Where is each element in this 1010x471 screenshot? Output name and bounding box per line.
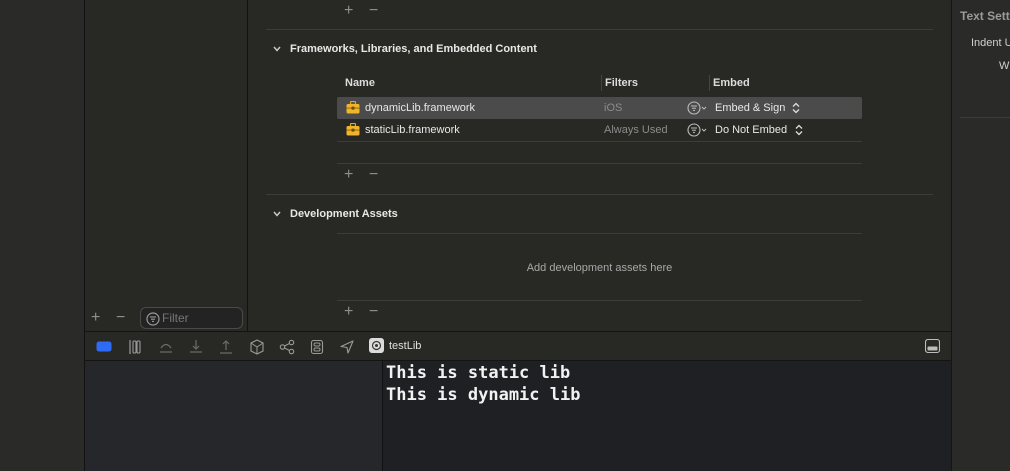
table-divider xyxy=(337,300,862,301)
platform-filter-popup-icon[interactable] xyxy=(687,100,707,116)
environment-overrides-icon[interactable] xyxy=(309,339,325,355)
column-separator xyxy=(709,75,710,91)
process-selector[interactable]: testLib xyxy=(369,338,421,353)
console-line: This is static lib xyxy=(386,363,571,383)
navigator-filter-field[interactable] xyxy=(140,307,243,329)
app-icon xyxy=(369,338,384,353)
table-divider xyxy=(337,233,862,234)
frameworks-table-header: Name Filters Embed xyxy=(337,72,862,94)
section-divider xyxy=(266,194,933,195)
toolbox-icon xyxy=(346,101,360,114)
framework-row-staticLib[interactable]: staticLib.framework Always Used Do Not E… xyxy=(337,119,862,141)
dev-assets-remove-button[interactable]: − xyxy=(369,304,378,320)
widths-label: Wi xyxy=(999,60,1010,72)
debug-console[interactable]: This is static lib This is dynamic lib xyxy=(383,361,951,471)
frameworks-add-button[interactable]: + xyxy=(344,167,353,183)
chevron-up-down-icon[interactable] xyxy=(792,102,800,114)
process-name: testLib xyxy=(389,339,422,352)
indent-using-label: Indent U xyxy=(971,37,1010,49)
table-divider xyxy=(337,141,862,142)
console-layout-icon[interactable] xyxy=(925,339,940,353)
simulate-location-icon[interactable] xyxy=(339,339,355,355)
frameworks-section-header[interactable]: Frameworks, Libraries, and Embedded Cont… xyxy=(272,43,537,55)
prev-section-add-button[interactable]: + xyxy=(344,3,353,19)
step-over-icon[interactable] xyxy=(158,339,174,355)
variables-view[interactable] xyxy=(85,361,383,471)
column-header-name[interactable]: Name xyxy=(345,77,375,89)
development-assets-section-header[interactable]: Development Assets xyxy=(272,208,398,220)
platform-filter-popup-icon[interactable] xyxy=(687,122,707,138)
debug-bar: testLib xyxy=(85,331,951,361)
inspector-panel: Text Sett Indent U Wi xyxy=(951,0,1010,471)
navigator-add-button[interactable]: + xyxy=(91,310,100,326)
hide-debug-area-icon[interactable] xyxy=(96,341,112,352)
left-margin-column xyxy=(0,0,85,471)
filter-icon xyxy=(146,312,160,326)
framework-name: staticLib.framework xyxy=(365,124,460,136)
chevron-down-icon[interactable] xyxy=(272,44,282,54)
framework-filter[interactable]: iOS xyxy=(604,102,622,114)
framework-filter[interactable]: Always Used xyxy=(604,124,668,136)
chevron-up-down-icon[interactable] xyxy=(795,124,803,136)
table-divider xyxy=(337,163,862,164)
inspector-divider xyxy=(960,117,1010,118)
section-divider xyxy=(266,29,933,30)
framework-name: dynamicLib.framework xyxy=(365,102,476,114)
navigator-remove-button[interactable]: − xyxy=(116,310,125,326)
development-assets-placeholder: Add development assets here xyxy=(526,262,673,274)
memory-graph-icon[interactable] xyxy=(279,339,295,355)
framework-embed-popup[interactable]: Do Not Embed xyxy=(715,124,787,136)
breakpoints-toggle-icon[interactable] xyxy=(127,339,143,355)
step-out-icon[interactable] xyxy=(218,339,234,355)
column-header-filters[interactable]: Filters xyxy=(605,77,638,89)
toolbox-icon xyxy=(346,123,360,136)
framework-row-dynamicLib[interactable]: dynamicLib.framework iOS Embed & Sign xyxy=(337,97,862,119)
text-settings-title: Text Sett xyxy=(960,9,1010,23)
prev-section-remove-button[interactable]: − xyxy=(369,3,378,19)
target-general-editor: + − Frameworks, Libraries, and Embedded … xyxy=(248,0,951,331)
step-into-icon[interactable] xyxy=(188,339,204,355)
frameworks-section-title: Frameworks, Libraries, and Embedded Cont… xyxy=(290,43,537,55)
console-line: This is dynamic lib xyxy=(386,385,581,405)
debug-view-hierarchy-icon[interactable] xyxy=(249,339,265,355)
filter-input[interactable] xyxy=(162,310,238,326)
frameworks-remove-button[interactable]: − xyxy=(369,167,378,183)
development-assets-title: Development Assets xyxy=(290,208,398,220)
dev-assets-add-button[interactable]: + xyxy=(344,304,353,320)
framework-embed-popup[interactable]: Embed & Sign xyxy=(715,102,785,114)
project-navigator: + − xyxy=(85,0,248,331)
column-header-embed[interactable]: Embed xyxy=(713,77,750,89)
chevron-down-icon[interactable] xyxy=(272,209,282,219)
column-separator xyxy=(601,75,602,91)
